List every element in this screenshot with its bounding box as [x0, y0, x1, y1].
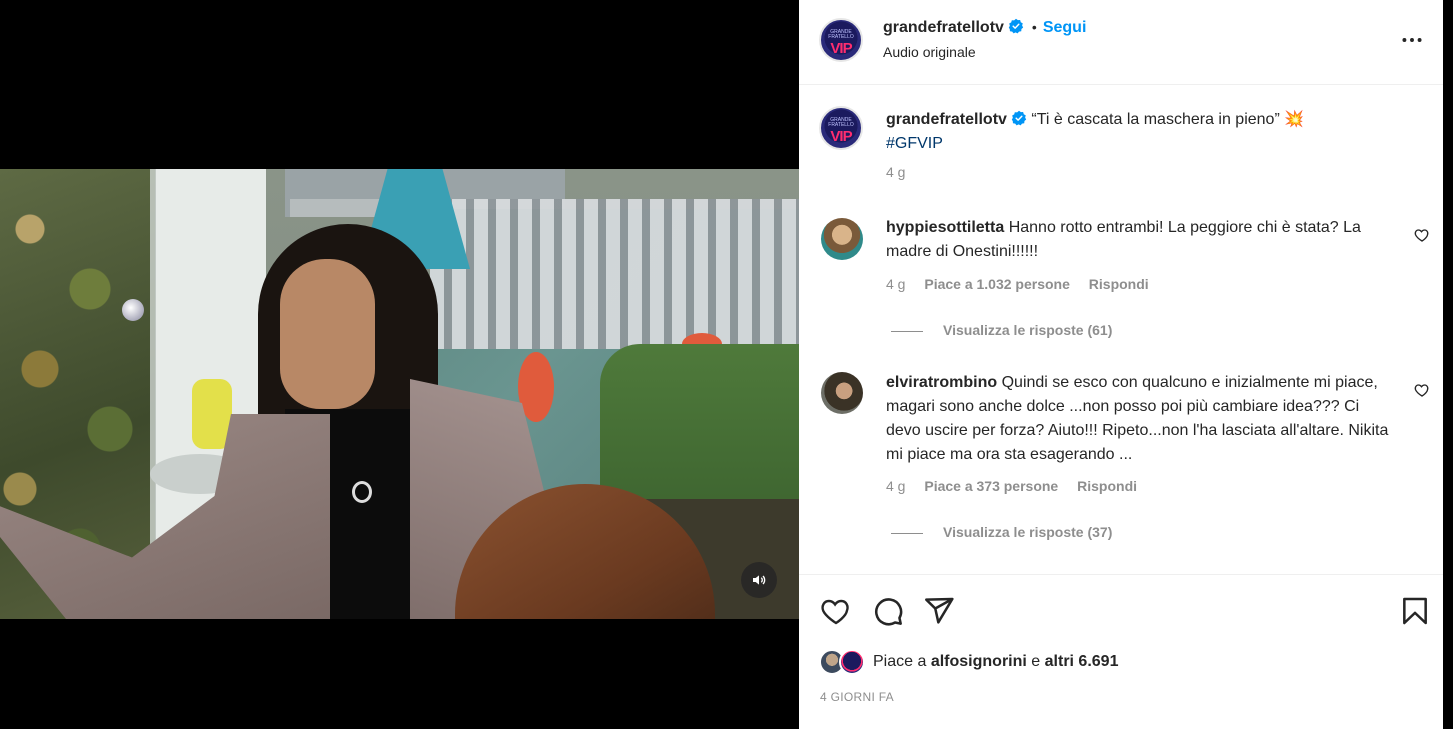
likes-user[interactable]: alfosignorini [931, 653, 1027, 670]
author-username[interactable]: grandefratellotv [883, 19, 1004, 36]
comment-text-block: hyppiesottiletta Hanno rotto entrambi! L… [886, 216, 1396, 264]
view-replies-label: Visualizza le risposte (37) [943, 524, 1113, 540]
avatar-logo-vip: VIP [830, 39, 852, 57]
caption-emoji: 💥 [1284, 111, 1305, 128]
more-options-icon[interactable] [1399, 27, 1425, 53]
video-person-pendant [352, 481, 372, 503]
view-replies-button[interactable]: Visualizza le risposte (37) [891, 524, 1112, 540]
comment-like-icon[interactable] [1414, 227, 1430, 243]
comment-icon[interactable] [872, 595, 904, 627]
comment-text-block: elviratrombino Quindi se esco con qualcu… [886, 371, 1396, 467]
comment-like-icon[interactable] [1414, 382, 1430, 398]
caption-timestamp[interactable]: 4 g [886, 164, 905, 180]
bookmark-icon[interactable] [1399, 595, 1431, 627]
likers-avatars [819, 649, 867, 675]
likes-middle: e [1031, 653, 1041, 671]
page-backdrop-edge [1443, 0, 1453, 729]
liker-avatar [839, 649, 865, 675]
caption-text-block: grandefratellotv “Ti è cascata la masche… [886, 108, 1406, 156]
video-scene-sofa [600, 344, 799, 514]
volume-icon [753, 575, 766, 585]
video-scene-slats [430, 199, 799, 349]
comment-timestamp[interactable]: 4 g [886, 478, 905, 494]
caption-hashtag[interactable]: #GFVIP [886, 135, 943, 152]
replies-divider [891, 532, 923, 534]
post-details-panel: GRANDE FRATELLO VIP grandefratellotv • Seg… [799, 0, 1453, 729]
comment-meta: 4 g Piace a 1.032 persone Rispondi [886, 276, 1164, 292]
caption-author-avatar[interactable]: GRANDE FRATELLO VIP [819, 106, 863, 150]
video-scene-chair [192, 379, 232, 449]
commenter-avatar[interactable] [821, 218, 863, 260]
heart-icon[interactable] [820, 595, 852, 627]
likes-count[interactable]: altri 6.691 [1045, 653, 1119, 670]
avatar-logo-vip: VIP [830, 127, 852, 145]
view-replies-button[interactable]: Visualizza le risposte (61) [891, 322, 1112, 338]
likes-prefix: Piace a [873, 653, 927, 671]
post-date[interactable]: 4 GIORNI FA [820, 690, 894, 704]
comment-reply-button[interactable]: Rispondi [1077, 478, 1137, 494]
likes-summary[interactable]: Piace a alfosignorini e altri 6.691 [819, 649, 1118, 677]
comment-likes[interactable]: Piace a 373 persone [924, 478, 1058, 494]
avatar-logo-text: GRANDE FRATELLO [828, 116, 854, 128]
author-line: grandefratellotv • Segui [883, 18, 1086, 37]
video-person-face [280, 259, 375, 409]
mute-button[interactable] [741, 562, 777, 598]
video-scene-knob [122, 299, 144, 321]
comment-username[interactable]: hyppiesottiletta [886, 219, 1004, 236]
reel-video-pane[interactable] [0, 0, 799, 729]
commenter-avatar[interactable] [821, 372, 863, 414]
video-frame-scene [0, 169, 799, 619]
comment-timestamp[interactable]: 4 g [886, 276, 905, 292]
caption-username[interactable]: grandefratellotv [886, 111, 1007, 128]
comment-username[interactable]: elviratrombino [886, 374, 997, 391]
verified-badge-icon [1008, 18, 1024, 34]
follow-button[interactable]: Segui [1043, 19, 1087, 36]
comment-likes[interactable]: Piace a 1.032 persone [924, 276, 1070, 292]
view-replies-label: Visualizza le risposte (61) [943, 322, 1113, 338]
comment-reply-button[interactable]: Rispondi [1089, 276, 1149, 292]
post-header: GRANDE FRATELLO VIP grandefratellotv • Seg… [799, 0, 1453, 85]
verified-badge-icon [1011, 110, 1027, 126]
replies-divider [891, 330, 923, 332]
share-icon[interactable] [923, 595, 955, 627]
post-actions: Piace a alfosignorini e altri 6.691 4 GI… [799, 574, 1453, 729]
audio-label[interactable]: Audio originale [883, 44, 976, 60]
avatar-logo-text: GRANDE FRATELLO [828, 28, 854, 40]
author-avatar[interactable]: GRANDE FRATELLO VIP [819, 18, 863, 62]
separator-dot: • [1031, 19, 1037, 35]
reel-video[interactable] [0, 169, 799, 619]
comment-meta: 4 g Piace a 373 persone Rispondi [886, 478, 1152, 494]
caption-text: “Ti è cascata la maschera in pieno” [1031, 111, 1280, 128]
